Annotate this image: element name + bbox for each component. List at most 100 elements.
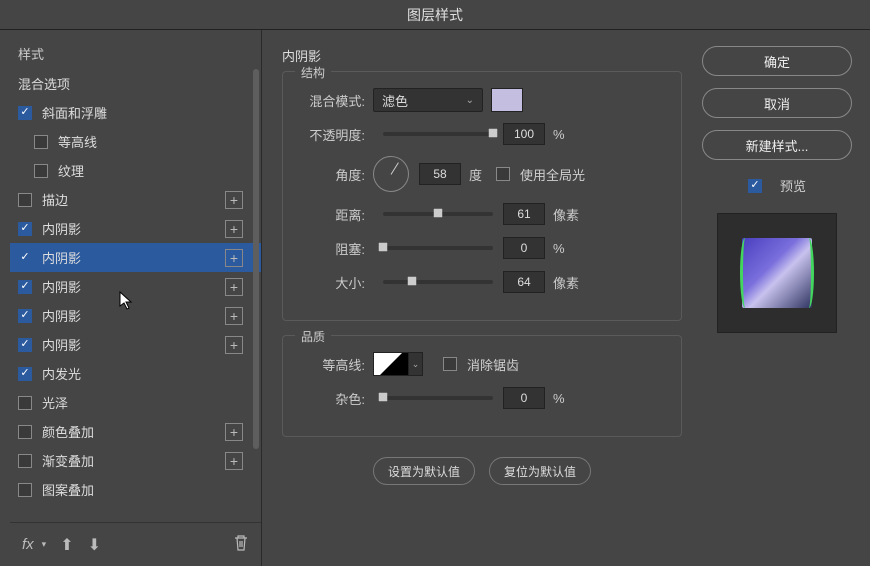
move-up-icon[interactable]: ⬆ [60,535,73,555]
reset-default-button[interactable]: 复位为默认值 [489,457,591,485]
sidebar-item-7[interactable]: 内阴影+ [10,301,261,330]
choke-input[interactable] [503,237,545,259]
style-label: 内阴影 [42,219,225,238]
preview-label: 预览 [780,176,806,195]
style-checkbox[interactable] [18,309,32,323]
style-checkbox[interactable] [18,280,32,294]
move-down-icon[interactable]: ⬇ [88,535,101,555]
right-panel: 确定 取消 新建样式... 预览 [702,30,870,566]
sidebar-item-9[interactable]: 内发光 [10,359,261,388]
opacity-input[interactable] [503,123,545,145]
choke-slider[interactable] [383,246,493,250]
sidebar-blending-options[interactable]: 混合选项 [10,69,261,98]
noise-slider[interactable] [383,396,493,400]
sidebar-item-10[interactable]: 光泽 [10,388,261,417]
styles-list: 混合选项 斜面和浮雕等高线纹理描边+内阴影+内阴影+内阴影+内阴影+内阴影+内发… [10,69,261,522]
antialias-checkbox[interactable] [443,357,457,371]
quality-fieldset: 品质 等高线: ⌄ 消除锯齿 杂色: % [282,335,682,437]
slider-thumb[interactable] [375,389,392,406]
style-checkbox[interactable] [18,396,32,410]
style-checkbox[interactable] [18,222,32,236]
sidebar-item-8[interactable]: 内阴影+ [10,330,261,359]
add-effect-icon[interactable]: + [225,220,243,238]
sidebar-item-12[interactable]: 渐变叠加+ [10,446,261,475]
fx-dropdown-icon[interactable]: ▾ [42,539,47,550]
contour-swatch[interactable] [373,352,409,376]
contour-row: 等高线: ⌄ 消除锯齿 [299,352,665,376]
sidebar-item-11[interactable]: 颜色叠加+ [10,417,261,446]
style-label: 内阴影 [42,306,225,325]
new-style-button[interactable]: 新建样式... [702,130,852,160]
blend-mode-dropdown[interactable]: 滤色 ⌄ [373,88,483,112]
style-checkbox[interactable] [34,135,48,149]
sidebar-item-4[interactable]: 内阴影+ [10,214,261,243]
sidebar-item-3[interactable]: 描边+ [10,185,261,214]
style-label: 斜面和浮雕 [42,103,253,122]
angle-dial[interactable] [373,156,409,192]
global-light-checkbox[interactable] [496,167,510,181]
slider-thumb[interactable] [485,125,502,142]
style-label: 光泽 [42,393,253,412]
opacity-label: 不透明度: [299,125,365,144]
style-checkbox[interactable] [18,425,32,439]
style-checkbox[interactable] [18,193,32,207]
add-effect-icon[interactable]: + [225,307,243,325]
slider-thumb[interactable] [403,273,420,290]
preview-checkbox[interactable] [748,179,762,193]
structure-fieldset: 结构 混合模式: 滤色 ⌄ 不透明度: % 角度: [282,71,682,321]
distance-slider[interactable] [383,212,493,216]
dialog-body: 样式 混合选项 斜面和浮雕等高线纹理描边+内阴影+内阴影+内阴影+内阴影+内阴影… [0,30,870,566]
size-input[interactable] [503,271,545,293]
style-label: 等高线 [58,132,253,151]
size-slider[interactable] [383,280,493,284]
style-checkbox[interactable] [18,454,32,468]
add-effect-icon[interactable]: + [225,278,243,296]
trash-icon[interactable] [233,534,249,555]
scrollbar-thumb[interactable] [253,69,259,449]
sidebar-item-5[interactable]: 内阴影+ [10,243,261,272]
sidebar-item-2[interactable]: 纹理 [10,156,261,185]
add-effect-icon[interactable]: + [225,249,243,267]
style-label: 内发光 [42,364,253,383]
opacity-slider[interactable] [383,132,493,136]
distance-unit: 像素 [553,205,579,224]
sidebar-item-6[interactable]: 内阴影+ [10,272,261,301]
style-checkbox[interactable] [34,164,48,178]
panel-title: 内阴影 [282,46,682,65]
noise-input[interactable] [503,387,545,409]
sidebar-item-13[interactable]: 图案叠加 [10,475,261,504]
add-effect-icon[interactable]: + [225,423,243,441]
sidebar-item-1[interactable]: 等高线 [10,127,261,156]
blend-mode-label: 混合模式: [299,91,365,110]
structure-legend: 结构 [295,64,331,81]
style-label: 描边 [42,190,225,209]
color-swatch[interactable] [491,88,523,112]
style-checkbox[interactable] [18,106,32,120]
add-effect-icon[interactable]: + [225,452,243,470]
make-default-button[interactable]: 设置为默认值 [373,457,475,485]
sidebar-item-0[interactable]: 斜面和浮雕 [10,98,261,127]
add-effect-icon[interactable]: + [225,191,243,209]
cancel-button[interactable]: 取消 [702,88,852,118]
slider-thumb[interactable] [430,205,447,222]
angle-row: 角度: 度 使用全局光 [299,156,665,192]
slider-thumb[interactable] [375,239,392,256]
chevron-down-icon: ⌄ [412,359,420,370]
preview-box [717,213,837,333]
style-checkbox[interactable] [18,338,32,352]
style-checkbox[interactable] [18,367,32,381]
preview-row: 预览 [702,176,852,195]
add-effect-icon[interactable]: + [225,336,243,354]
contour-dropdown[interactable]: ⌄ [409,352,423,376]
distance-input[interactable] [503,203,545,225]
angle-input[interactable] [419,163,461,185]
quality-legend: 品质 [295,328,331,345]
style-checkbox[interactable] [18,251,32,265]
center-panel: 内阴影 结构 混合模式: 滤色 ⌄ 不透明度: % [262,30,702,566]
fx-icon[interactable]: fx [22,536,34,553]
style-checkbox[interactable] [18,483,32,497]
left-panel: 样式 混合选项 斜面和浮雕等高线纹理描边+内阴影+内阴影+内阴影+内阴影+内阴影… [0,30,262,566]
ok-button[interactable]: 确定 [702,46,852,76]
style-label: 渐变叠加 [42,451,225,470]
choke-unit: % [553,241,565,256]
